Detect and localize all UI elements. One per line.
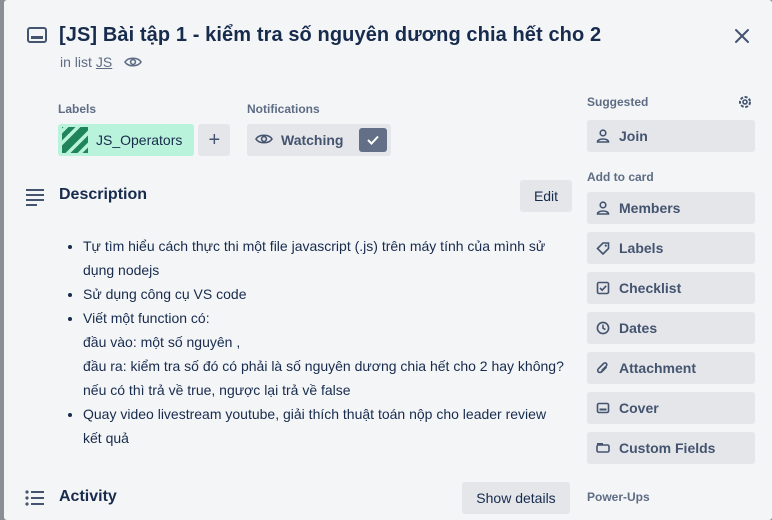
close-button[interactable] bbox=[726, 22, 758, 54]
dates-button[interactable]: Dates bbox=[587, 312, 755, 344]
card-list-info: in list JS bbox=[60, 54, 143, 70]
close-icon bbox=[734, 28, 750, 49]
watching-check-icon bbox=[359, 128, 388, 152]
custom-fields-label: Custom Fields bbox=[619, 440, 716, 456]
notifications-section: Notifications Watching bbox=[247, 102, 392, 156]
custom-fields-icon bbox=[595, 440, 611, 456]
person-icon bbox=[595, 128, 611, 144]
gear-icon[interactable] bbox=[735, 92, 755, 112]
clock-icon bbox=[595, 320, 611, 336]
label-chip[interactable]: JS_Operators bbox=[56, 121, 195, 157]
eye-icon bbox=[255, 132, 273, 149]
description-line: đầu vào: một số nguyên , bbox=[83, 334, 241, 350]
label-chip-text: JS_Operators bbox=[96, 132, 183, 148]
description-body[interactable]: Tự tìm hiểu cách thực thi một file javas… bbox=[64, 234, 564, 450]
labels-heading: Labels bbox=[58, 102, 97, 116]
labels-section: Labels JS_Operators + bbox=[56, 102, 231, 157]
description-line: đầu ra: kiểm tra số đó có phải là số ngu… bbox=[83, 358, 564, 374]
description-line: nếu có thì trả về true, ngược lại trả về… bbox=[83, 382, 351, 398]
card-sidebar: Suggested Join Add to card Members Label… bbox=[587, 92, 755, 504]
description-line: Quay video livestream youtube, giải thíc… bbox=[83, 406, 547, 446]
power-ups-heading: Power-Ups bbox=[587, 490, 650, 504]
list-link[interactable]: JS bbox=[96, 54, 112, 70]
tag-icon bbox=[595, 240, 611, 256]
description-item: Tự tìm hiểu cách thực thi một file javas… bbox=[83, 234, 564, 282]
labels-label: Labels bbox=[619, 240, 664, 256]
attachment-button[interactable]: Attachment bbox=[587, 352, 755, 384]
eye-icon bbox=[124, 55, 143, 69]
edit-description-button[interactable]: Edit bbox=[520, 180, 572, 212]
plus-icon: + bbox=[208, 128, 221, 151]
cover-button[interactable]: Cover bbox=[587, 392, 755, 424]
add-to-card-heading: Add to card bbox=[587, 170, 654, 184]
members-button[interactable]: Members bbox=[587, 192, 755, 224]
checklist-button[interactable]: Checklist bbox=[587, 272, 755, 304]
description-item: Sử dụng công cụ VS code bbox=[83, 282, 564, 306]
description-heading: Description bbox=[59, 186, 148, 203]
description-line: Tự tìm hiểu cách thực thi một file javas… bbox=[83, 238, 546, 278]
cover-label: Cover bbox=[619, 400, 659, 416]
checkbox-icon bbox=[595, 280, 611, 296]
card-icon bbox=[26, 26, 48, 46]
watch-label: Watching bbox=[281, 132, 344, 148]
suggested-heading: Suggested bbox=[587, 95, 649, 109]
checklist-label: Checklist bbox=[619, 280, 682, 296]
add-label-button[interactable]: + bbox=[198, 124, 231, 156]
custom-fields-button[interactable]: Custom Fields bbox=[587, 432, 755, 464]
description-line: Viết một function có: bbox=[83, 310, 210, 326]
description-item: Quay video livestream youtube, giải thíc… bbox=[83, 402, 564, 450]
show-details-button[interactable]: Show details bbox=[462, 482, 570, 514]
cover-icon bbox=[595, 400, 611, 416]
paperclip-icon bbox=[595, 360, 611, 376]
description-icon bbox=[24, 186, 46, 211]
watch-button[interactable]: Watching bbox=[247, 124, 392, 156]
person-icon bbox=[595, 200, 611, 216]
join-button[interactable]: Join bbox=[587, 120, 755, 152]
card-detail-modal: [JS] Bài tập 1 - kiểm tra số nguyên dươn… bbox=[4, 0, 772, 520]
activity-icon bbox=[24, 488, 46, 513]
labels-button[interactable]: Labels bbox=[587, 232, 755, 264]
card-title[interactable]: [JS] Bài tập 1 - kiểm tra số nguyên dươn… bbox=[59, 24, 601, 47]
description-item: Viết một function có: đầu vào: một số ng… bbox=[83, 306, 564, 402]
label-pattern-icon bbox=[56, 121, 92, 157]
attachment-label: Attachment bbox=[619, 360, 697, 376]
join-label: Join bbox=[619, 128, 648, 144]
in-list-prefix: in list bbox=[60, 54, 92, 70]
members-label: Members bbox=[619, 200, 681, 216]
dates-label: Dates bbox=[619, 320, 658, 336]
description-line: Sử dụng công cụ VS code bbox=[83, 286, 247, 302]
activity-heading: Activity bbox=[59, 488, 117, 505]
notifications-heading: Notifications bbox=[247, 102, 320, 116]
